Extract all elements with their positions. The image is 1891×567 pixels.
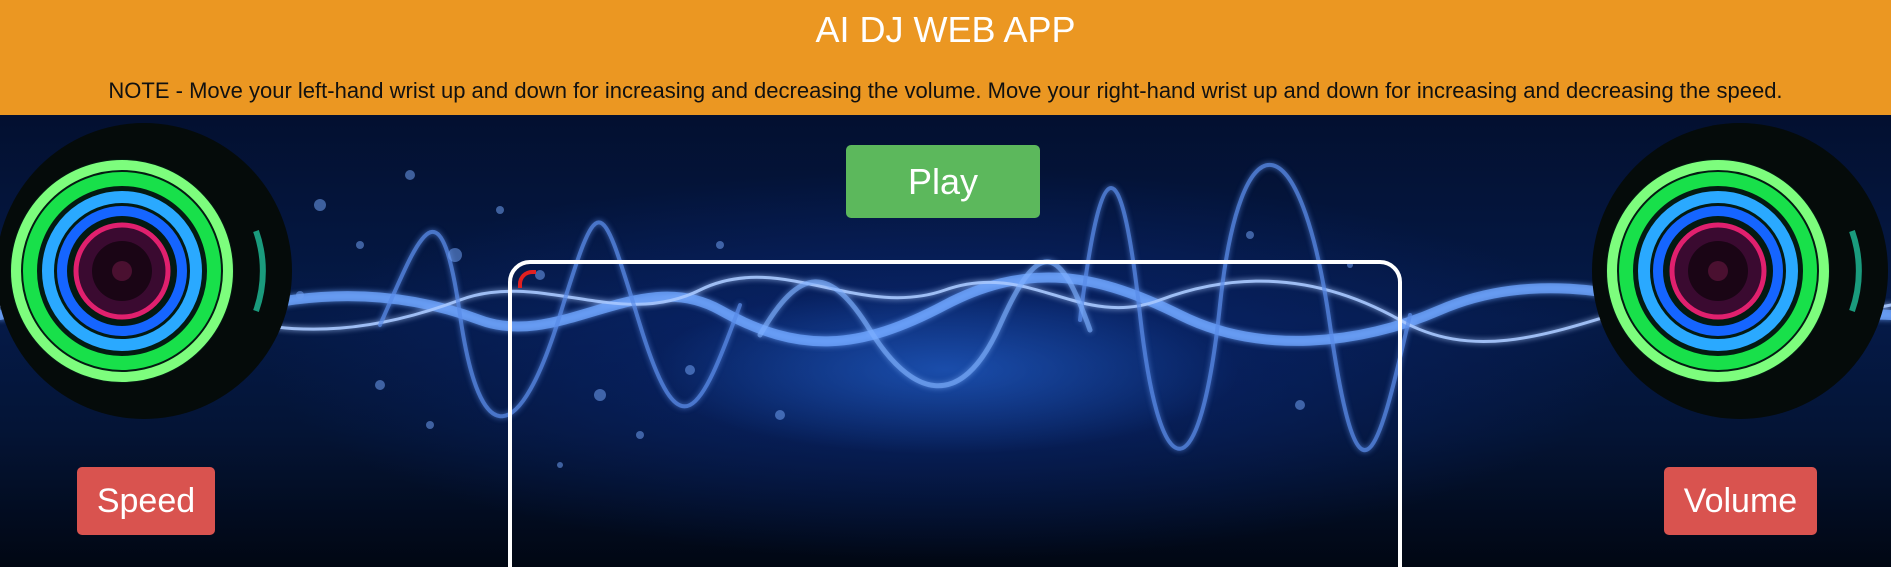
webcam-canvas-frame — [508, 260, 1402, 567]
play-button[interactable]: Play — [846, 145, 1040, 218]
instructions-note: NOTE - Move your left-hand wrist up and … — [108, 78, 1783, 103]
speed-button[interactable]: Speed — [77, 467, 215, 535]
page-title: AI DJ WEB APP — [815, 9, 1076, 50]
dj-turntable-icon — [1592, 123, 1888, 419]
app-header: AI DJ WEB APP NOTE - Move your left-hand… — [0, 0, 1891, 115]
volume-button[interactable]: Volume — [1664, 467, 1817, 535]
pose-canvas — [512, 264, 1398, 567]
dj-stage: Play Speed Volume — [0, 115, 1891, 567]
dj-turntable-icon — [0, 123, 292, 419]
